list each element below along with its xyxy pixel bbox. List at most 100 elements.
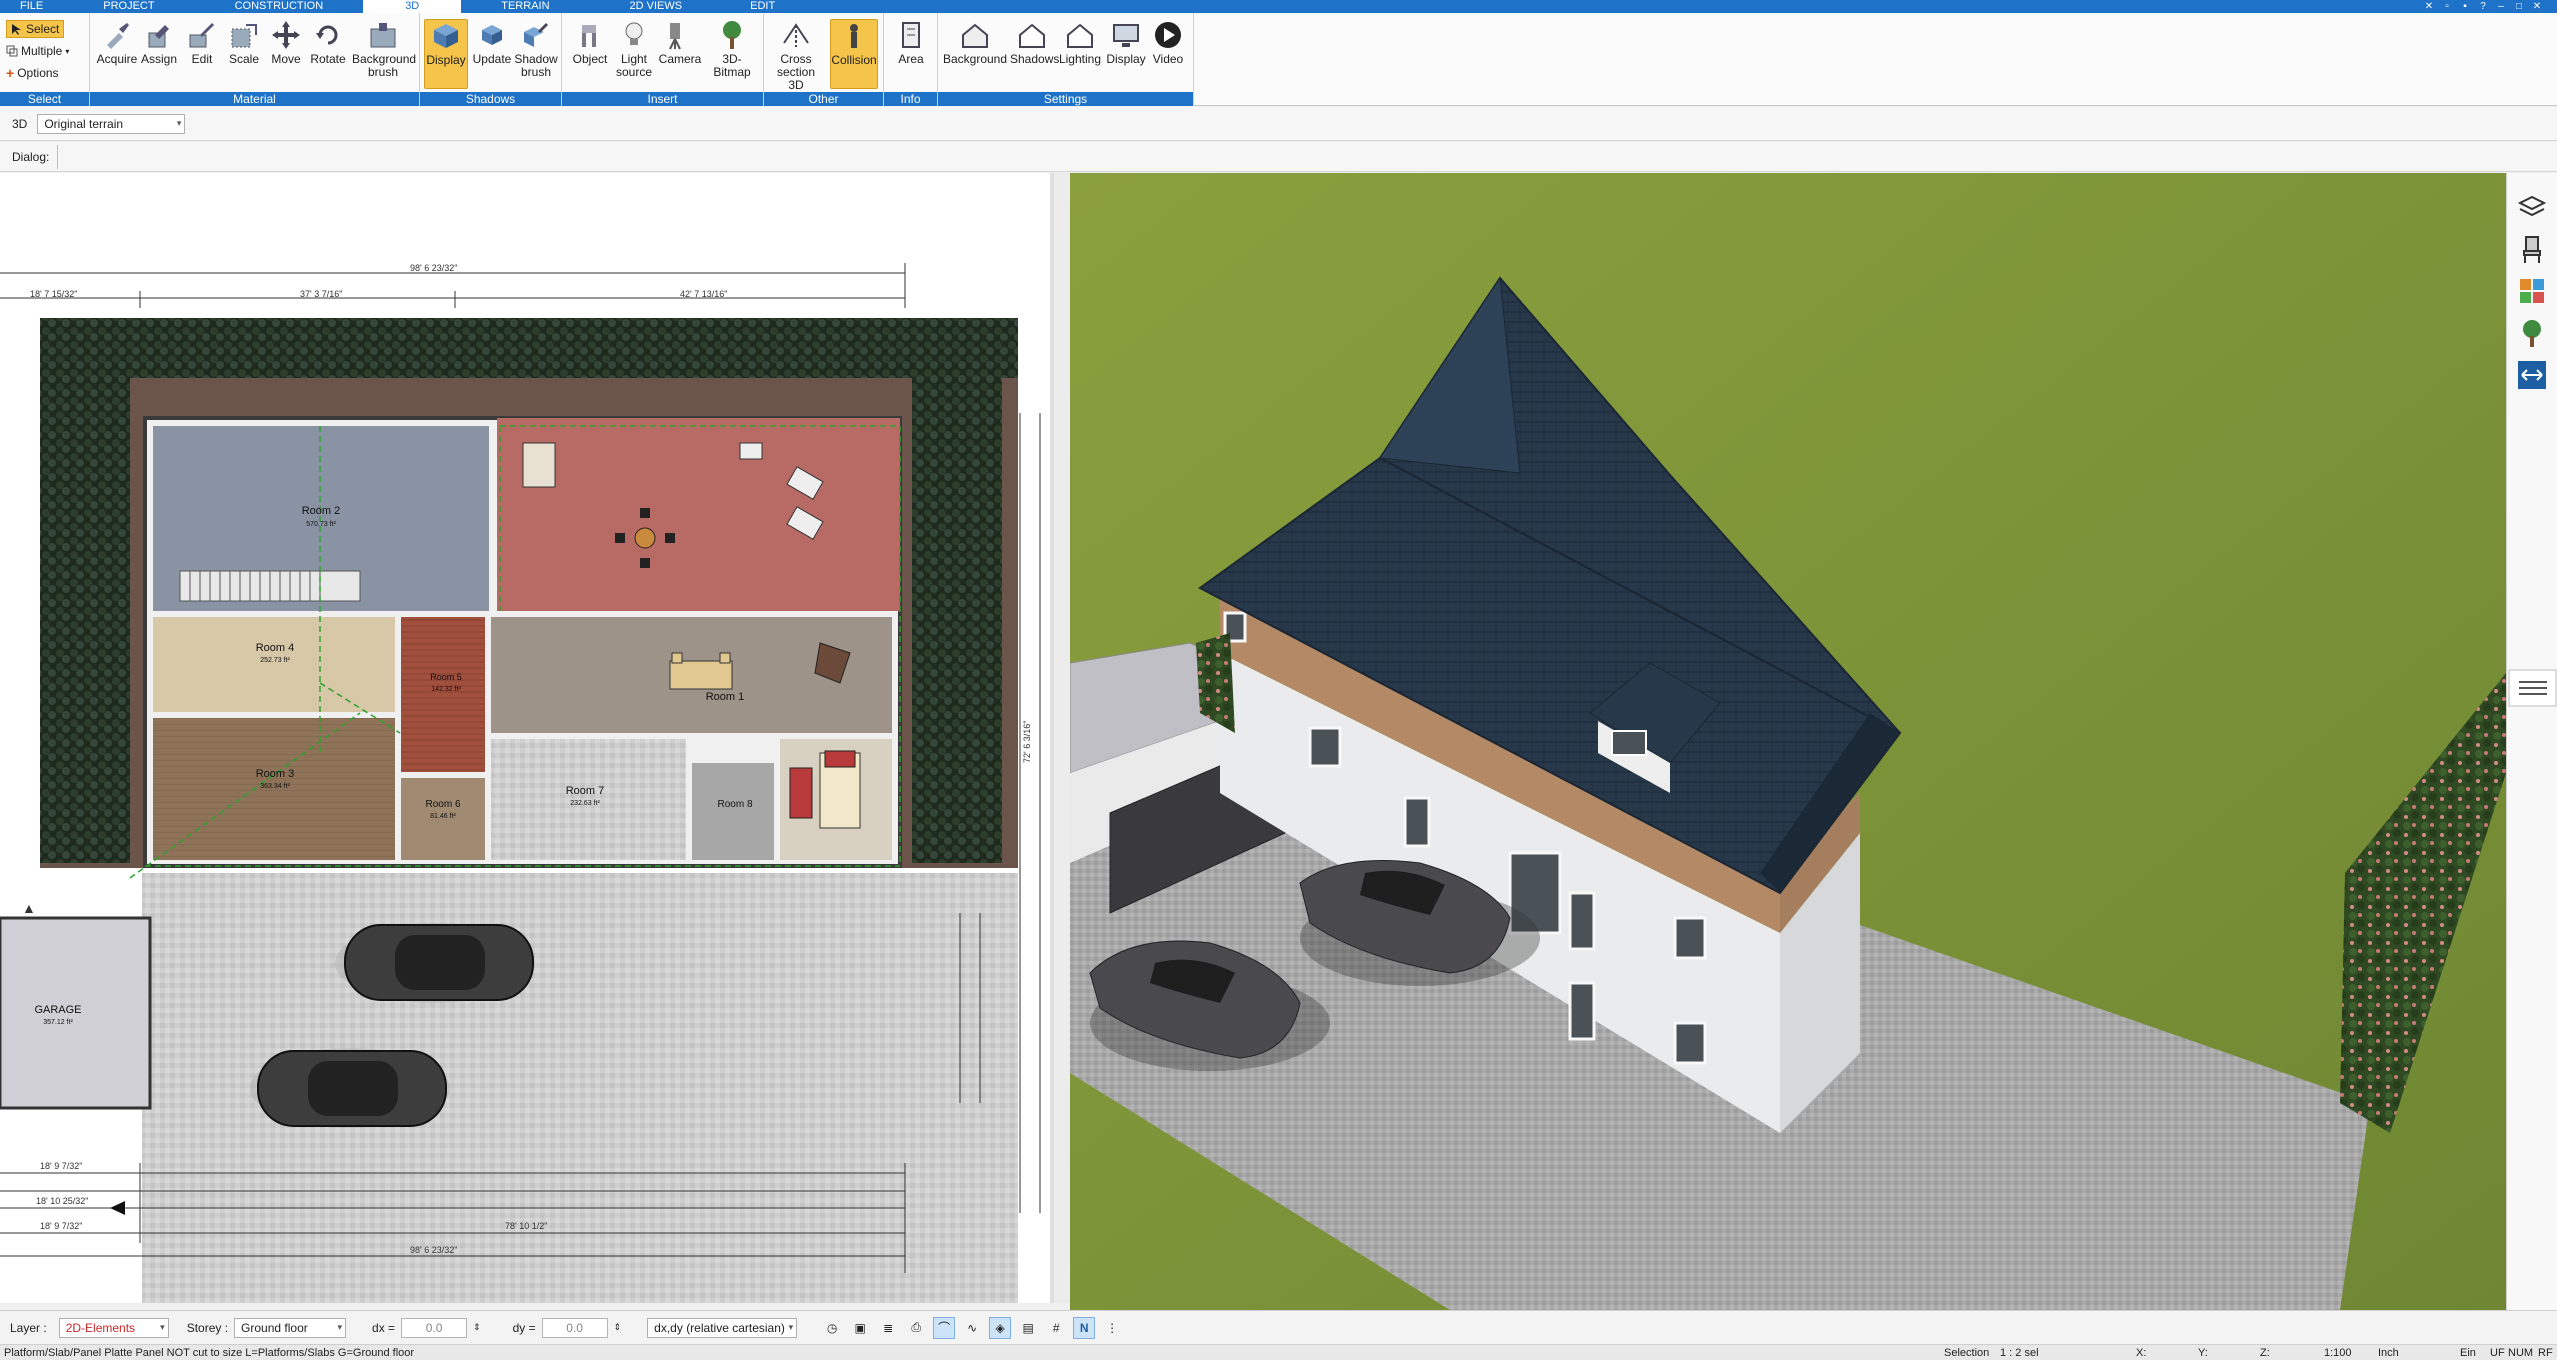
clock-icon[interactable]: ◷ [821,1317,843,1339]
dimension-icon[interactable] [2516,359,2548,391]
move-button[interactable]: Move [264,19,308,91]
dx-input[interactable]: 0.0 [401,1317,468,1338]
tab-construction[interactable]: CONSTRUCTION [195,0,364,13]
cross-section-3d-button[interactable]: Cross section 3D [768,19,824,92]
lighting-settings-button[interactable]: Lighting [1058,19,1102,91]
restore-icon[interactable]: ▫ [2441,0,2453,13]
settings-group-label: Settings [938,92,1193,106]
room-5-floor[interactable] [401,617,485,772]
maximize-icon[interactable]: □ [2513,0,2525,13]
layer-label: Layer : [10,1320,47,1335]
room-2-label: Room 2 [302,505,341,517]
3d-canvas[interactable] [1070,173,2506,1310]
palette-icon[interactable] [2516,275,2548,307]
view-icon[interactable]: ▣ [849,1317,871,1339]
tree-icon[interactable] [2516,317,2548,349]
view-splitter[interactable] [1054,173,1070,1303]
snap-icon[interactable]: ⌒ [933,1316,956,1339]
dy-stepper[interactable]: ⇕ [614,1322,622,1333]
area-button[interactable]: Area [889,19,933,91]
room-6-label: Room 6 [425,799,460,810]
more-icon[interactable]: ⋮ [1101,1317,1123,1339]
room-8-floor[interactable] [692,763,774,860]
dim-bottom-left-3: 18' 9 7/32" [40,1221,82,1231]
scale-button[interactable]: Scale [222,19,266,91]
menu-bar: FILE PROJECT CONSTRUCTION 3D TERRAIN 2D … [0,0,2557,13]
object-button[interactable]: Object [568,19,612,91]
chair-icon[interactable] [2516,233,2548,265]
floor-plan-view[interactable]: 98' 6 23/32" 37' 3 7/16" 42' 7 13/16" 18… [0,173,1054,1303]
rotate-button[interactable]: Rotate [306,19,350,91]
dy-input[interactable]: 0.0 [541,1317,608,1338]
layer-select[interactable]: 2D-Elements ▾ [58,1317,169,1338]
storey-label: Storey : [186,1320,229,1335]
shadows-group-label: Shadows [420,92,561,106]
3d-bitmap-button[interactable]: 3D-Bitmap [704,19,760,91]
paint-bucket-icon [148,25,169,48]
storey-select[interactable]: Ground floor ▾ [234,1317,347,1338]
car-top[interactable] [335,923,535,1003]
dim-bottom-total: 98' 6 23/32" [410,1245,457,1255]
3d-view[interactable] [1070,173,2506,1310]
window-controls: ✕ ▫ ▪ ? – □ ✕ [2423,0,2557,13]
options-button[interactable]: + Options [6,64,59,82]
tab-3d[interactable]: 3D [363,0,462,13]
minimize-icon[interactable]: – [2495,0,2507,13]
room-3-area: 363.34 ft² [260,783,290,790]
print-icon[interactable]: ⎙ [905,1317,927,1339]
update-shadows-button[interactable]: Update [470,19,514,91]
select-button[interactable]: Select [6,20,65,38]
shadow-brush-button[interactable]: Shadow brush [514,19,558,91]
video-button[interactable]: Video [1146,19,1190,91]
edit-material-button[interactable]: Edit [180,19,224,91]
room-3-label: Room 3 [256,768,295,780]
display-settings-button[interactable]: Display [1104,19,1148,91]
layers-toggle-icon[interactable]: ≣ [877,1317,899,1339]
camera-button[interactable]: Camera [658,19,702,91]
hedge-top [40,318,1018,378]
terrace-floor[interactable] [497,418,900,611]
dx-stepper[interactable]: ⇕ [473,1322,481,1333]
background-brush-button[interactable]: Background brush [352,19,416,91]
collision-button[interactable]: Collision [830,19,878,89]
dim-top-total: 98' 6 23/32" [410,263,457,273]
grid-icon[interactable]: # [1045,1317,1067,1339]
chevron-down-icon: ▾ [176,117,182,128]
north-icon[interactable]: N [1073,1316,1096,1339]
multiple-dropdown[interactable]: Multiple ▾ [6,42,69,60]
info-group: Area Info [884,13,938,106]
dialog-field[interactable] [57,144,59,169]
shadows-settings-button[interactable]: Shadows [1010,19,1059,91]
tab-2d-views[interactable]: 2D VIEWS [590,0,723,13]
acquire-button[interactable]: Acquire [95,19,139,91]
status-y: Y: [2198,1347,2208,1359]
view-mode-label: 3D [12,116,28,131]
tools-icon[interactable]: ✕ [2423,0,2435,13]
assign-button[interactable]: Assign [137,19,181,91]
close-icon[interactable]: ✕ [2531,0,2543,13]
staircase [179,570,361,602]
tab-file[interactable]: FILE [0,0,63,13]
trace-icon[interactable]: ∿ [961,1317,983,1339]
room-2-area: 570.73 ft² [306,521,336,528]
settings-icon[interactable]: ▪ [2459,0,2471,13]
panel-handle-icon[interactable] [2507,668,2557,708]
status-num: NUM [2508,1347,2534,1359]
display-shadows-button[interactable]: Display [424,19,468,89]
coord-mode-select[interactable]: dx,dy (relative cartesian) ▾ [647,1317,798,1338]
cross-section-icon [783,23,809,47]
room-4-floor[interactable] [153,617,395,712]
tab-project[interactable]: PROJECT [63,0,194,13]
tab-terrain[interactable]: TERRAIN [461,0,589,13]
ortho-icon[interactable]: ◈ [989,1316,1012,1339]
terrain-select[interactable]: Original terrain ▾ [37,113,186,134]
hatch-icon[interactable]: ▤ [1017,1317,1039,1339]
floor-plan-canvas[interactable]: 98' 6 23/32" 37' 3 7/16" 42' 7 13/16" 18… [0,173,1054,1303]
room-6-area: 81.46 ft² [430,813,456,820]
light-source-button[interactable]: Light source [612,19,656,91]
layers-icon[interactable] [2516,191,2548,223]
car-bottom[interactable] [250,1048,450,1128]
help-icon[interactable]: ? [2477,0,2489,13]
tab-edit[interactable]: EDIT [722,0,803,13]
background-settings-button[interactable]: Background [942,19,1008,91]
